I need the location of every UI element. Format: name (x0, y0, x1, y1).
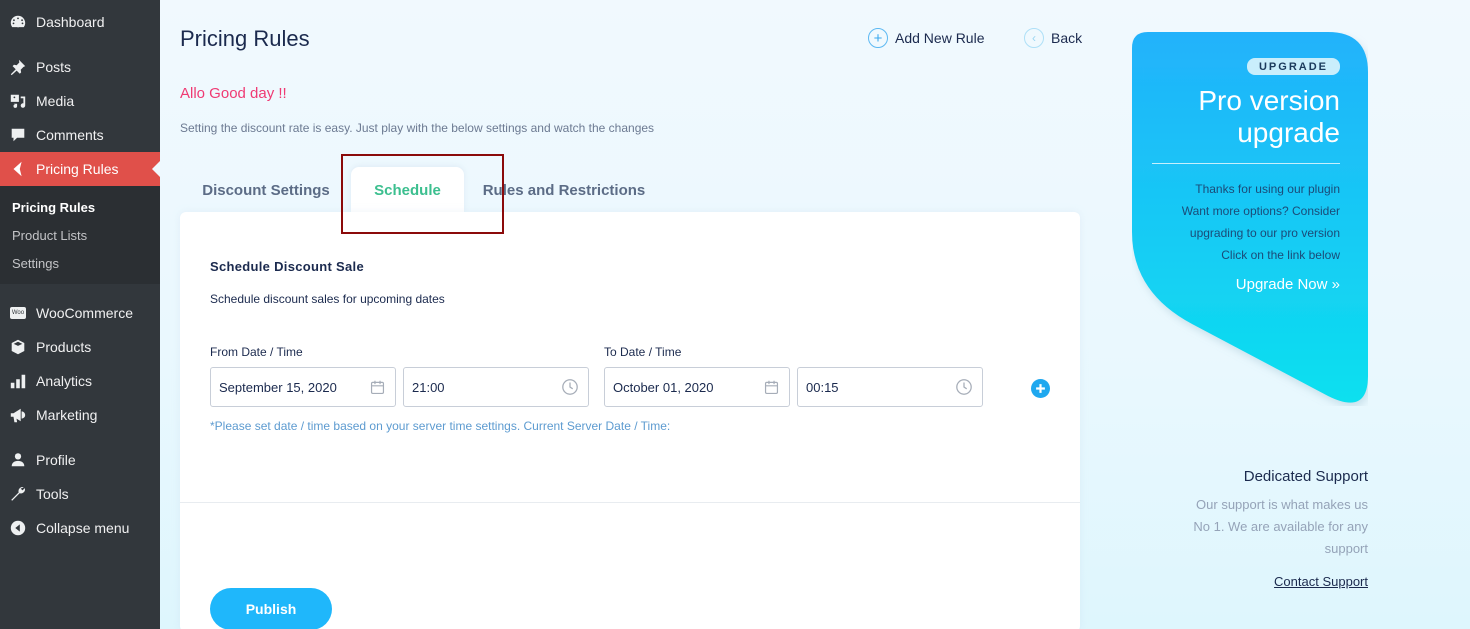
support-text: Our support is what makes us No 1. We ar… (1150, 494, 1368, 560)
upgrade-badge: UPGRADE (1246, 58, 1340, 75)
sidebar-item-label: Media (36, 93, 75, 109)
sidebar-item-products[interactable]: Products (0, 330, 160, 364)
sidebar-item-label: Comments (36, 127, 104, 143)
greeting-text: Allo Good day !! (180, 85, 287, 102)
sidebar-item-analytics[interactable]: Analytics (0, 364, 160, 398)
intro-text: Setting the discount rate is easy. Just … (180, 121, 655, 135)
box-icon (8, 337, 28, 357)
add-new-rule-label: Add New Rule (895, 30, 985, 46)
dashboard-icon (8, 12, 28, 32)
sidebar-item-label: Dashboard (36, 14, 105, 30)
sidebar-item-marketing[interactable]: Marketing (0, 398, 160, 432)
sidebar-item-label: WooCommerce (36, 305, 133, 321)
page-title: Pricing Rules (180, 26, 310, 51)
promo-title: Pro version upgrade (1132, 85, 1340, 149)
to-date-label: To Date / Time (604, 345, 682, 359)
chevron-left-icon (8, 159, 28, 179)
from-date-label: From Date / Time (210, 345, 303, 359)
megaphone-icon (8, 405, 28, 425)
plus-circle-icon: + (868, 28, 888, 48)
pro-upgrade-card: UPGRADE Pro version upgrade Thanks for u… (1132, 32, 1340, 294)
support-text-line: No 1. We are available for any (1193, 519, 1368, 534)
server-time-note: *Please set date / time based on your se… (210, 419, 671, 433)
sidebar-item-comments[interactable]: Comments (0, 118, 160, 152)
tab-rules-and-restrictions[interactable]: Rules and Restrictions (478, 167, 650, 213)
pin-icon (8, 57, 28, 77)
sidebar-item-profile[interactable]: Profile (0, 443, 160, 477)
bar-chart-icon (8, 371, 28, 391)
add-new-rule-button[interactable]: + Add New Rule (868, 28, 985, 48)
user-icon (8, 450, 28, 470)
collapse-icon (8, 518, 28, 538)
sidebar-item-label: Marketing (36, 407, 98, 423)
sidebar-item-media[interactable]: Media (0, 84, 160, 118)
sidebar-item-label: Pricing Rules (36, 161, 119, 177)
collapse-menu-button[interactable]: Collapse menu (0, 511, 160, 545)
sidebar-item-dashboard[interactable]: Dashboard (0, 5, 160, 39)
sidebar-item-label: Tools (36, 486, 69, 502)
sidebar-item-label: Analytics (36, 373, 93, 389)
promo-title-line: upgrade (1237, 117, 1340, 148)
admin-sidebar: Dashboard Posts Media Comments Pricing R… (0, 0, 160, 629)
sidebar-item-pricing-rules[interactable]: Pricing Rules (0, 152, 160, 186)
plus-icon (1036, 384, 1045, 393)
publish-button[interactable]: Publish (210, 588, 332, 629)
support-box: Dedicated Support Our support is what ma… (1150, 468, 1368, 591)
chevron-left-circle-icon: ‹ (1024, 28, 1044, 48)
to-date-input[interactable] (613, 379, 761, 395)
add-schedule-button[interactable] (1031, 379, 1050, 398)
to-time-input[interactable] (806, 379, 954, 395)
sidebar-item-label: Posts (36, 59, 72, 75)
promo-text: Thanks for using our plugin Want more op… (1132, 178, 1340, 266)
to-date-field[interactable] (604, 367, 790, 407)
from-time-field[interactable] (403, 367, 589, 407)
divider (180, 502, 1080, 503)
calendar-icon[interactable] (367, 377, 387, 397)
from-date-field[interactable] (210, 367, 396, 407)
sidebar-item-woocommerce[interactable]: Woo WooCommerce (0, 296, 160, 330)
promo-title-line: Pro version (1198, 85, 1340, 116)
back-label: Back (1051, 30, 1083, 46)
tab-schedule[interactable]: Schedule (351, 167, 464, 213)
from-date-input[interactable] (219, 379, 367, 395)
promo-text-line: Click on the link below (1221, 248, 1340, 262)
promo-text-line: Want more options? Consider (1181, 204, 1340, 218)
back-button[interactable]: ‹ Back (1024, 28, 1082, 48)
submenu-item-pricing-rules[interactable]: Pricing Rules (12, 200, 95, 215)
support-text-line: support (1324, 541, 1368, 556)
submenu-item-product-lists[interactable]: Product Lists (12, 228, 87, 243)
sidebar-item-label: Collapse menu (36, 520, 130, 536)
support-title: Dedicated Support (1243, 468, 1368, 485)
promo-text-line: Thanks for using our plugin (1195, 182, 1340, 196)
promo-text-line: upgrading to our pro version (1189, 226, 1340, 240)
comment-icon (8, 125, 28, 145)
section-title: Schedule Discount Sale (210, 259, 364, 274)
sidebar-item-posts[interactable]: Posts (0, 50, 160, 84)
tab-discount-settings[interactable]: Discount Settings (195, 167, 337, 213)
sidebar-item-tools[interactable]: Tools (0, 477, 160, 511)
pricing-rules-submenu: Pricing Rules Product Lists Settings (0, 186, 160, 284)
section-description: Schedule discount sales for upcoming dat… (210, 292, 445, 306)
calendar-icon[interactable] (761, 377, 781, 397)
sidebar-item-label: Profile (36, 452, 76, 468)
contact-support-link[interactable]: Contact Support (1274, 574, 1368, 589)
wrench-icon (8, 484, 28, 504)
clock-icon[interactable] (560, 377, 580, 397)
woo-icon: Woo (8, 303, 28, 323)
clock-icon[interactable] (954, 377, 974, 397)
from-time-input[interactable] (412, 379, 560, 395)
media-icon (8, 91, 28, 111)
to-time-field[interactable] (797, 367, 983, 407)
upgrade-now-link[interactable]: Upgrade Now » (1236, 276, 1340, 293)
support-text-line: Our support is what makes us (1196, 497, 1368, 512)
schedule-panel: Schedule Discount Sale Schedule discount… (180, 212, 1080, 629)
sidebar-item-label: Products (36, 339, 92, 355)
promo-divider (1152, 163, 1340, 164)
submenu-item-settings[interactable]: Settings (12, 256, 59, 271)
